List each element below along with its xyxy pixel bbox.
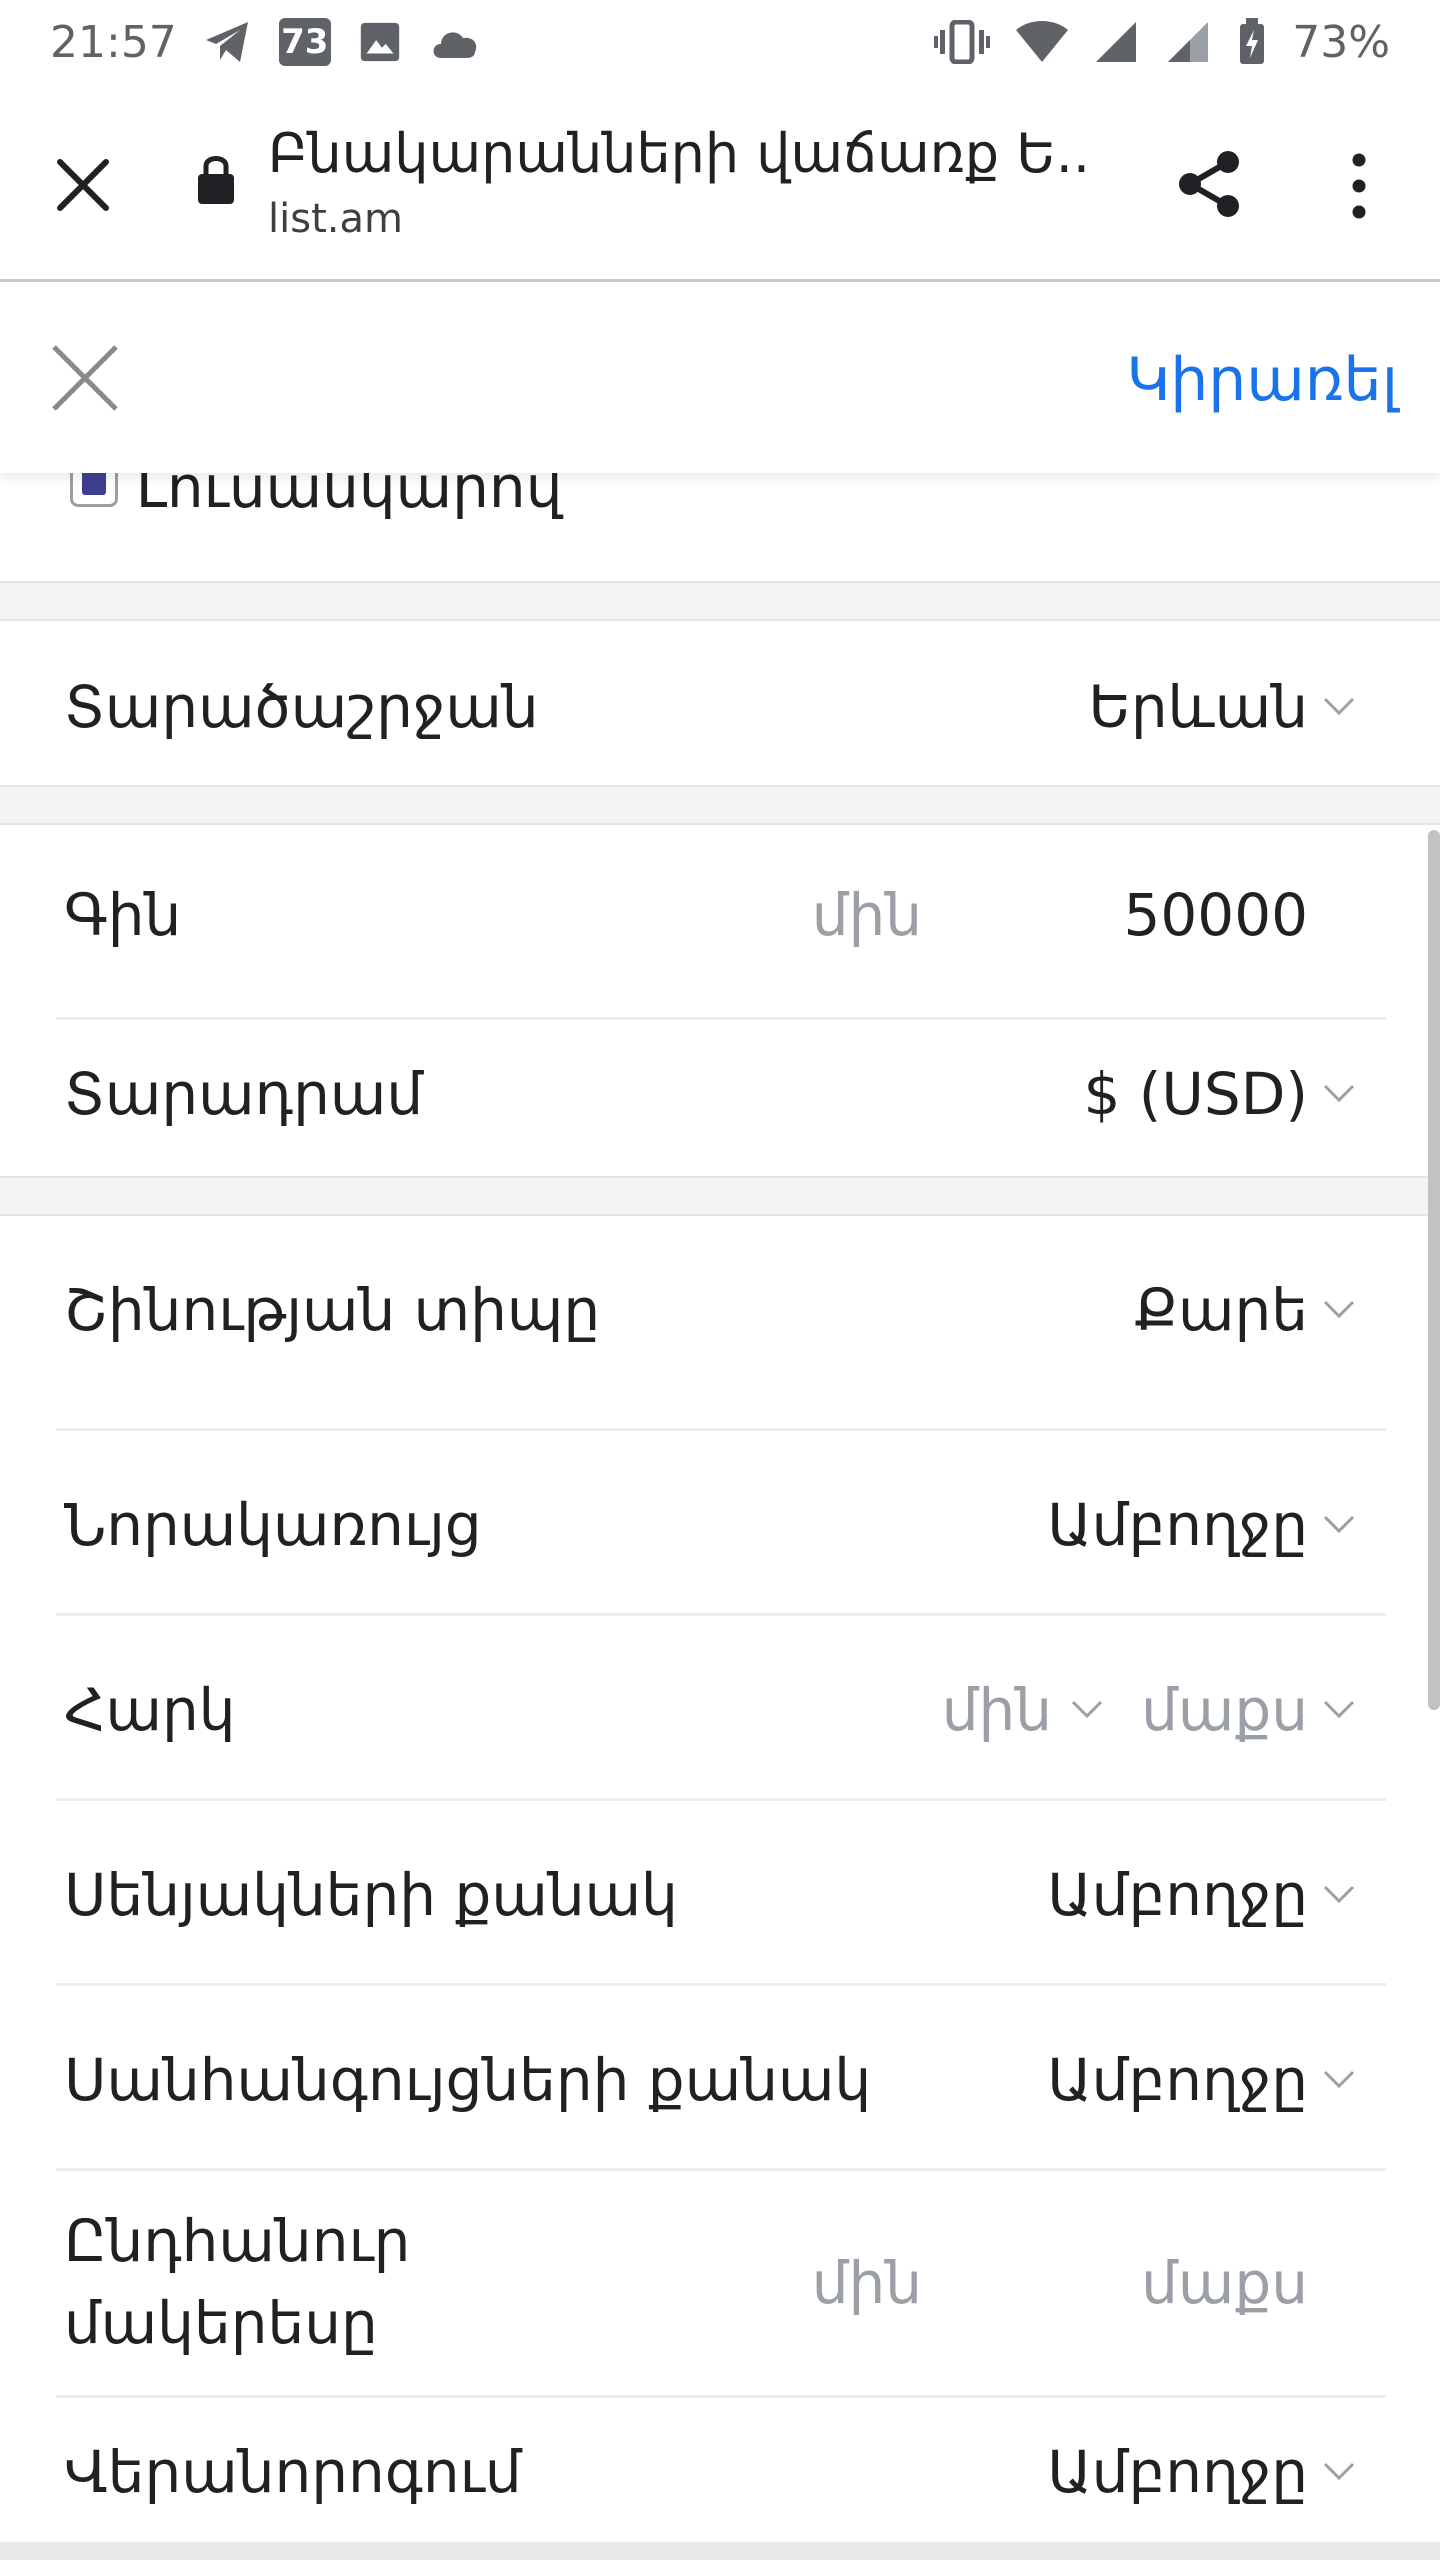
- wifi-icon: [1016, 20, 1069, 64]
- share-icon[interactable]: [1172, 146, 1248, 222]
- region-value: Երևան: [1088, 673, 1308, 741]
- signal-2-icon: [1166, 20, 1212, 64]
- price-label: Գին: [64, 881, 182, 949]
- floor-max-select[interactable]: մաքս: [1141, 1676, 1308, 1744]
- bottom-edge: [0, 2542, 1440, 2560]
- price-max-input[interactable]: 50000: [1123, 881, 1308, 949]
- battery-icon: [1238, 18, 1266, 66]
- building-type-label: Շինության տիպը: [64, 1276, 601, 1344]
- chevron-down-icon: [1323, 1700, 1355, 1719]
- floor-min-select[interactable]: մին: [942, 1676, 1052, 1744]
- total-area-label-line1: Ընդհանուր: [64, 2207, 411, 2275]
- total-area-row: Ընդհանուր մակերեսը մին մաքս: [0, 2171, 1440, 2395]
- currency-value: $ (USD): [1083, 1060, 1308, 1128]
- scrollbar[interactable]: [1428, 830, 1440, 1710]
- region-label: Տարածաշրջան: [64, 673, 539, 741]
- renovation-value: Ամբողջը: [1047, 2438, 1308, 2506]
- browser-toolbar: Բնակարանների վաճառք Ե... list.am: [0, 84, 1440, 282]
- building-type-value: Քարե: [1134, 1276, 1308, 1344]
- building-type-select[interactable]: Շինության տիպը Քարե: [0, 1218, 1440, 1398]
- currency-select[interactable]: Տարադրամ $ (USD): [0, 1020, 1440, 1176]
- total-area-max-input[interactable]: մաքս: [1141, 2249, 1308, 2317]
- signal-icon: [1094, 20, 1140, 64]
- chevron-down-icon: [1323, 1515, 1355, 1534]
- chevron-down-icon: [1323, 1084, 1355, 1103]
- new-construction-label: Նորակառույց: [64, 1491, 482, 1559]
- chevron-down-icon: [1071, 1700, 1103, 1719]
- filter-header: Կիրառել: [0, 285, 1440, 473]
- rooms-select[interactable]: Սենյակների քանակ Ամբողջը: [0, 1801, 1440, 1983]
- renovation-select[interactable]: Վերանորոգում Ամբողջը: [0, 2398, 1440, 2542]
- cloud-icon: [429, 24, 481, 60]
- chevron-down-icon: [1323, 1885, 1355, 1904]
- photo-checkbox-label: Լուսանկարով: [136, 473, 563, 521]
- photo-filter-row[interactable]: Լուսանկարով: [0, 473, 1440, 581]
- photo-checkbox[interactable]: [70, 473, 118, 507]
- price-row: Գին մին 50000: [0, 827, 1440, 991]
- page-title: Բնակարանների վաճառք Ե...: [268, 122, 1088, 185]
- chevron-down-icon: [1323, 2462, 1355, 2481]
- new-construction-value: Ամբողջը: [1047, 1491, 1308, 1559]
- chevron-down-icon: [1323, 2070, 1355, 2089]
- rooms-label: Սենյակների քանակ: [64, 1861, 678, 1929]
- telegram-icon: [203, 20, 253, 64]
- vibrate-icon: [934, 20, 991, 64]
- price-min-input[interactable]: մին: [812, 881, 922, 949]
- region-select[interactable]: Տարածաշրջան Երևան: [0, 623, 1440, 785]
- bathrooms-value: Ամբողջը: [1047, 2046, 1308, 2114]
- status-time: 21:57: [50, 16, 177, 68]
- currency-label: Տարադրամ: [64, 1060, 424, 1128]
- chevron-down-icon: [1323, 1300, 1355, 1319]
- status-bar: 21:57 73 73%: [0, 0, 1440, 84]
- lock-icon: [196, 152, 236, 206]
- bathrooms-select[interactable]: Սանհանգույցների քանակ Ամբողջը: [0, 1986, 1440, 2168]
- floor-row: Հարկ մին մաքս: [0, 1616, 1440, 1798]
- close-filter-icon[interactable]: [50, 343, 120, 413]
- battery-percent: 73%: [1292, 16, 1390, 68]
- notification-count-icon: 73: [278, 18, 331, 66]
- rooms-value: Ամբողջը: [1047, 1861, 1308, 1929]
- renovation-label: Վերանորոգում: [64, 2438, 522, 2506]
- total-area-min-input[interactable]: մին: [812, 2249, 922, 2317]
- floor-label: Հարկ: [64, 1676, 236, 1744]
- section-gap: [0, 1176, 1440, 1216]
- total-area-label-line2: մակերեսը: [64, 2289, 378, 2357]
- page-url: list.am: [268, 196, 403, 242]
- chevron-down-icon: [1323, 697, 1355, 716]
- section-gap: [0, 785, 1440, 825]
- image-icon: [357, 19, 403, 65]
- section-gap: [0, 581, 1440, 621]
- close-tab-icon[interactable]: [50, 152, 116, 218]
- more-options-icon[interactable]: [1334, 150, 1384, 222]
- new-construction-select[interactable]: Նորակառույց Ամբողջը: [0, 1431, 1440, 1613]
- status-bar-right: 73%: [934, 17, 1390, 68]
- bathrooms-label: Սանհանգույցների քանակ: [64, 2046, 872, 2114]
- status-bar-left: 21:57 73: [50, 17, 481, 68]
- apply-button[interactable]: Կիրառել: [1126, 345, 1398, 415]
